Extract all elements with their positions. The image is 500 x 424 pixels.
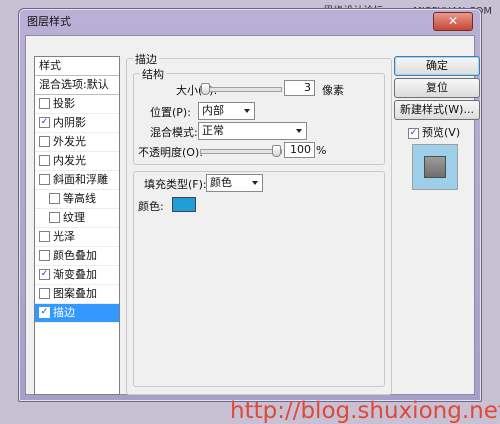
fill-type-label: 填充类型(F): — [144, 178, 207, 191]
style-item[interactable]: 内发光 — [35, 152, 119, 171]
style-item[interactable]: ✓ 渐变叠加 — [35, 266, 119, 285]
style-item[interactable]: ✓ 描边 — [35, 304, 119, 323]
style-item-checkbox[interactable]: ✓ — [39, 116, 50, 128]
style-item[interactable]: 图案叠加 — [35, 285, 119, 304]
dialog-title: 图层样式 — [27, 15, 71, 28]
opacity-unit: % — [316, 144, 327, 157]
position-value: 内部 — [202, 104, 224, 117]
ok-button[interactable]: 确定 — [394, 56, 480, 76]
structure-group: 结构 大小(S): 3 像素 位置(P): 内部 混合模式: 正常 不透明度(O… — [133, 66, 385, 165]
style-item-label: 投影 — [53, 97, 75, 110]
style-item-checkbox[interactable] — [49, 192, 60, 204]
stroke-color-swatch[interactable] — [172, 197, 196, 212]
stroke-section-title: 描边 — [133, 51, 159, 67]
style-item-checkbox[interactable]: ✓ — [39, 268, 50, 280]
style-item-label: 外发光 — [53, 135, 86, 148]
style-item-label: 颜色叠加 — [53, 249, 97, 262]
fill-group: 填充类型(F): 颜色 颜色: — [133, 171, 385, 387]
style-item-checkbox[interactable] — [39, 249, 50, 261]
style-item-label: 描边 — [53, 306, 75, 319]
preview-checkbox-row[interactable]: ✓ 预览(V) — [408, 124, 460, 140]
style-item-label: 内阴影 — [53, 116, 86, 129]
color-label: 颜色: — [138, 200, 164, 213]
reset-button[interactable]: 复位 — [394, 78, 480, 98]
blend-mode-label: 混合模式: — [150, 126, 198, 139]
chevron-down-icon — [296, 129, 302, 133]
style-item-checkbox[interactable] — [39, 135, 50, 147]
style-item[interactable]: 等高线 — [35, 190, 119, 209]
style-item[interactable]: 纹理 — [35, 209, 119, 228]
opacity-input[interactable]: 100 — [284, 142, 315, 158]
style-item-checkbox[interactable]: ✓ — [39, 306, 50, 318]
blend-options-default[interactable]: 混合选项:默认 — [35, 76, 119, 95]
style-item-label: 图案叠加 — [53, 287, 97, 300]
fill-type-value: 颜色 — [210, 176, 232, 189]
close-icon: ✕ — [447, 14, 459, 28]
size-unit: 像素 — [322, 84, 344, 97]
opacity-slider-thumb[interactable] — [272, 145, 281, 157]
style-item-label: 内发光 — [53, 154, 86, 167]
style-item-checkbox[interactable] — [39, 230, 50, 242]
preview-label: 预览(V) — [422, 126, 461, 139]
preview-checkbox[interactable]: ✓ — [408, 127, 419, 139]
style-item[interactable]: ✓ 内阴影 — [35, 114, 119, 133]
position-select[interactable]: 内部 — [198, 102, 255, 120]
dialog-client-area: 样式 混合选项:默认 投影 ✓ 内阴影 外发光 内发光 斜面和浮雕 等高线 纹理 光泽 颜色叠加 ✓… — [25, 35, 500, 424]
style-item-label: 纹理 — [63, 211, 85, 224]
style-item-checkbox[interactable] — [39, 287, 50, 299]
watermark-bottom: http://blog.shuxiong.net — [230, 398, 500, 424]
blend-mode-select[interactable]: 正常 — [198, 122, 307, 140]
size-slider-thumb[interactable] — [201, 83, 211, 95]
layer-style-dialog: 图层样式 ✕ 样式 混合选项:默认 投影 ✓ 内阴影 外发光 内发光 斜面和浮雕 等高线 纹理… — [18, 8, 500, 424]
title-bar[interactable]: 图层样式 ✕ — [19, 9, 481, 35]
style-item-checkbox[interactable] — [39, 97, 50, 109]
style-item[interactable]: 光泽 — [35, 228, 119, 247]
style-item[interactable]: 斜面和浮雕 — [35, 171, 119, 190]
style-item-checkbox[interactable] — [39, 173, 50, 185]
style-item[interactable]: 投影 — [35, 95, 119, 114]
chevron-down-icon — [252, 181, 258, 185]
fill-type-select[interactable]: 颜色 — [206, 174, 263, 192]
style-item-label: 渐变叠加 — [53, 268, 97, 281]
style-item-label: 斜面和浮雕 — [53, 173, 108, 186]
style-item-label: 光泽 — [53, 230, 75, 243]
preview-square — [424, 156, 446, 178]
stroke-group: 描边 结构 大小(S): 3 像素 位置(P): 内部 混合模式: 正常 不透明… — [126, 51, 392, 395]
style-preview-thumbnail — [412, 144, 458, 190]
style-item-checkbox[interactable] — [39, 154, 50, 166]
structure-title: 结构 — [140, 66, 166, 82]
position-label: 位置(P): — [150, 106, 191, 119]
close-button[interactable]: ✕ — [433, 12, 473, 31]
style-item-checkbox[interactable] — [49, 211, 60, 223]
style-list-header[interactable]: 样式 — [35, 57, 119, 76]
new-style-button[interactable]: 新建样式(W)... — [394, 100, 480, 120]
size-input[interactable]: 3 — [284, 80, 315, 96]
size-slider-track[interactable] — [200, 87, 282, 92]
opacity-label: 不透明度(O): — [138, 146, 203, 159]
style-list: 样式 混合选项:默认 投影 ✓ 内阴影 外发光 内发光 斜面和浮雕 等高线 纹理 光泽 颜色叠加 ✓… — [34, 56, 120, 395]
blend-mode-value: 正常 — [202, 124, 224, 137]
opacity-slider-track[interactable] — [200, 149, 282, 154]
style-item-label: 等高线 — [63, 192, 96, 205]
style-item[interactable]: 颜色叠加 — [35, 247, 119, 266]
chevron-down-icon — [244, 109, 250, 113]
style-item[interactable]: 外发光 — [35, 133, 119, 152]
